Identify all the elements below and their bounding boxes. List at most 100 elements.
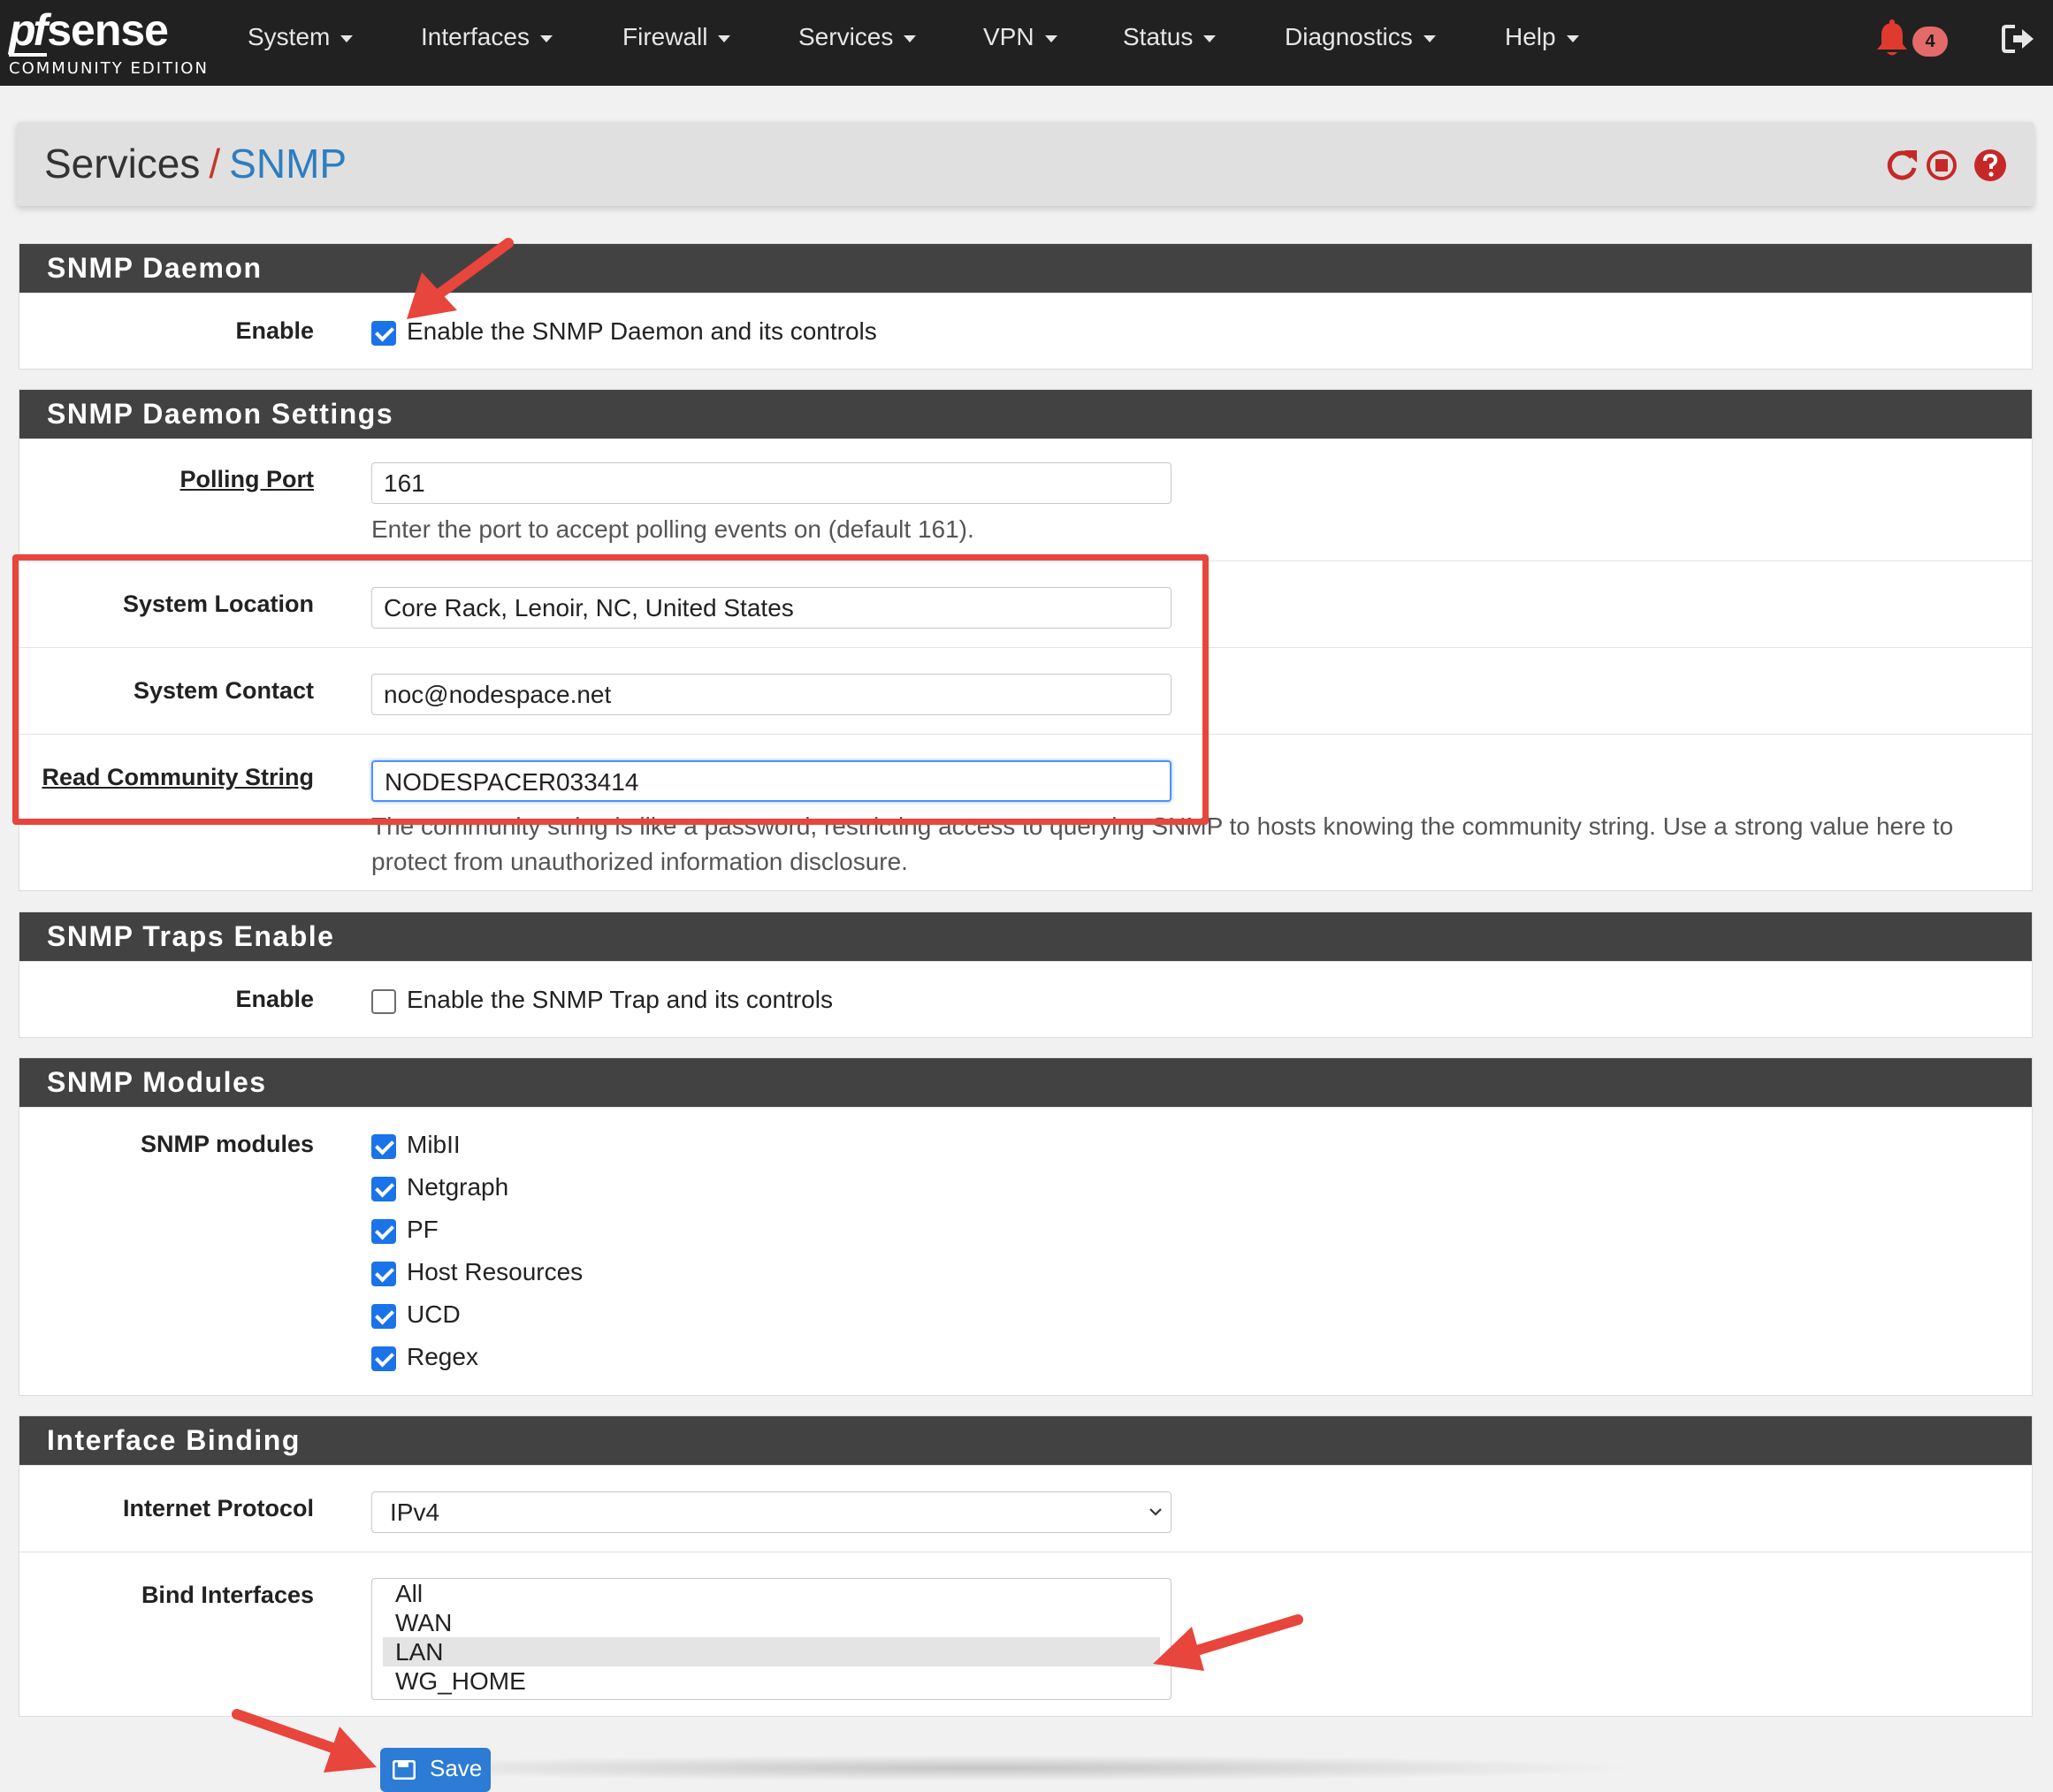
bind-option-all[interactable]: All (372, 1579, 1171, 1608)
system-location-input[interactable]: Core Rack, Lenoir, NC, United States (371, 587, 1172, 629)
row-system-contact: System Contact noc@nodespace.net (19, 647, 2032, 734)
traps-enable-text[interactable]: Enable the SNMP Trap and its controls (407, 986, 833, 1014)
snmp-modules-label: SNMP modules (140, 1131, 314, 1157)
row-daemon-enable: Enable Enable the SNMP Daemon and its co… (19, 293, 2032, 369)
read-community-help-line1: The community string is like a password,… (371, 812, 1954, 840)
daemon-enable-checkbox[interactable] (371, 321, 396, 346)
nav-interfaces[interactable]: Interfaces (421, 23, 553, 51)
caret-down-icon (539, 34, 553, 42)
module-pf-label[interactable]: PF (407, 1216, 439, 1244)
save-button[interactable]: Save (380, 1748, 491, 1792)
row-system-location: System Location Core Rack, Lenoir, NC, U… (19, 560, 2032, 647)
nav-interfaces-label: Interfaces (421, 23, 530, 50)
system-contact-label: System Contact (133, 677, 314, 704)
bind-option-lan[interactable]: LAN (383, 1637, 1160, 1666)
nav-help[interactable]: Help (1505, 23, 1579, 51)
row-internet-protocol: Internet Protocol IPv4 (19, 1465, 2032, 1552)
caret-down-icon (1044, 34, 1057, 42)
read-community-help-line2: protect from unauthorized information di… (371, 848, 908, 875)
panel-title: SNMP Traps Enable (19, 912, 2032, 961)
logo-sense: sense (47, 5, 169, 55)
daemon-enable-text[interactable]: Enable the SNMP Daemon and its controls (407, 317, 877, 346)
enable-label: Enable (235, 317, 314, 344)
edition-label: COMMUNITY EDITION (9, 59, 209, 78)
panel-title: SNMP Daemon Settings (19, 390, 2032, 438)
module-mibii-checkbox[interactable] (371, 1134, 396, 1159)
read-community-label[interactable]: Read Community String (42, 764, 314, 791)
module-regex-label[interactable]: Regex (407, 1343, 478, 1371)
nav-vpn[interactable]: VPN (983, 23, 1057, 51)
caret-down-icon (718, 34, 731, 42)
nav-services[interactable]: Services (798, 23, 917, 51)
read-community-help: The community string is like a password,… (371, 809, 2016, 880)
module-ucd-label[interactable]: UCD (407, 1300, 461, 1329)
nav-firewall-label: Firewall (622, 23, 708, 50)
page-header: Services / SNMP (17, 122, 2034, 206)
pfsense-logo[interactable]: pf sense COMMUNITY EDITION (9, 5, 207, 80)
panel-title: Interface Binding (19, 1416, 2032, 1465)
top-navbar: pf sense COMMUNITY EDITION System Interfa… (0, 0, 2053, 86)
caret-down-icon (1423, 34, 1436, 42)
nav-firewall[interactable]: Firewall (622, 23, 731, 51)
system-contact-input[interactable]: noc@nodespace.net (371, 674, 1172, 715)
enable-label: Enable (235, 986, 314, 1012)
bell-icon[interactable] (1874, 19, 1910, 58)
nav-diagnostics-label: Diagnostics (1285, 23, 1413, 50)
module-hostres-checkbox[interactable] (371, 1262, 396, 1286)
panel-snmp-traps: SNMP Traps Enable Enable Enable the SNMP… (19, 911, 2033, 1038)
row-polling-port: Polling Port 161 Enter the port to accep… (19, 438, 2032, 560)
nav-status[interactable]: Status (1123, 23, 1217, 51)
breadcrumb: Services / SNMP (44, 140, 347, 187)
panel-snmp-modules: SNMP Modules SNMP modules MibII Netgraph… (19, 1057, 2033, 1396)
chevron-down-icon (1149, 1508, 1162, 1516)
module-netgraph-label[interactable]: Netgraph (407, 1173, 508, 1201)
caret-down-icon (904, 34, 917, 42)
breadcrumb-services[interactable]: Services (44, 141, 200, 187)
traps-enable-checkbox[interactable] (371, 989, 396, 1014)
module-netgraph-checkbox[interactable] (371, 1177, 396, 1201)
nav-status-label: Status (1123, 23, 1194, 50)
panel-snmp-settings: SNMP Daemon Settings Polling Port 161 En… (19, 389, 2033, 891)
stop-icon[interactable] (1925, 149, 1958, 182)
module-regex-checkbox[interactable] (371, 1346, 396, 1371)
nav-diagnostics[interactable]: Diagnostics (1285, 23, 1436, 51)
bind-option-wg-home[interactable]: WG_HOME (372, 1666, 1171, 1696)
nav-system-label: System (248, 23, 331, 50)
logout-icon[interactable] (2001, 21, 2036, 57)
breadcrumb-separator: / (209, 141, 221, 187)
nav-services-label: Services (798, 23, 894, 50)
notification-badge[interactable]: 4 (1912, 27, 1948, 57)
internet-protocol-select[interactable]: IPv4 (371, 1491, 1172, 1533)
restart-icon[interactable] (1885, 149, 1919, 182)
row-snmp-modules: SNMP modules MibII Netgraph PF Host Reso… (19, 1107, 2032, 1395)
help-icon[interactable] (1973, 149, 2007, 182)
bind-option-wan[interactable]: WAN (372, 1608, 1171, 1637)
polling-port-help: Enter the port to accept polling events … (371, 515, 974, 543)
logo-pf: pf (9, 5, 48, 57)
module-mibii-label[interactable]: MibII (407, 1131, 461, 1159)
internet-protocol-value: IPv4 (390, 1498, 440, 1526)
bottom-shadow (318, 1755, 1645, 1781)
caret-down-icon (340, 34, 354, 42)
bind-interfaces-listbox[interactable]: All WAN LAN WG_HOME (371, 1578, 1172, 1700)
polling-port-input[interactable]: 161 (371, 462, 1172, 504)
row-traps-enable: Enable Enable the SNMP Trap and its cont… (19, 961, 2032, 1037)
save-icon (393, 1760, 416, 1780)
bind-interfaces-label: Bind Interfaces (141, 1582, 314, 1608)
module-ucd-checkbox[interactable] (371, 1304, 396, 1329)
read-community-input[interactable]: NODESPACER033414 (371, 760, 1172, 802)
panel-interface-binding: Interface Binding Internet Protocol IPv4… (19, 1415, 2033, 1717)
panel-snmp-daemon: SNMP Daemon Enable Enable the SNMP Daemo… (19, 243, 2033, 370)
polling-port-label[interactable]: Polling Port (180, 466, 315, 493)
panel-title: SNMP Modules (19, 1058, 2032, 1107)
save-label: Save (430, 1755, 483, 1781)
breadcrumb-snmp[interactable]: SNMP (229, 141, 347, 187)
nav-vpn-label: VPN (983, 23, 1034, 50)
panel-title: SNMP Daemon (19, 244, 2032, 293)
module-hostres-label[interactable]: Host Resources (407, 1258, 583, 1286)
nav-system[interactable]: System (248, 23, 354, 51)
caret-down-icon (1203, 34, 1217, 42)
internet-protocol-label: Internet Protocol (122, 1495, 314, 1521)
row-read-community: Read Community String NODESPACER033414 T… (19, 734, 2032, 891)
module-pf-checkbox[interactable] (371, 1219, 396, 1244)
